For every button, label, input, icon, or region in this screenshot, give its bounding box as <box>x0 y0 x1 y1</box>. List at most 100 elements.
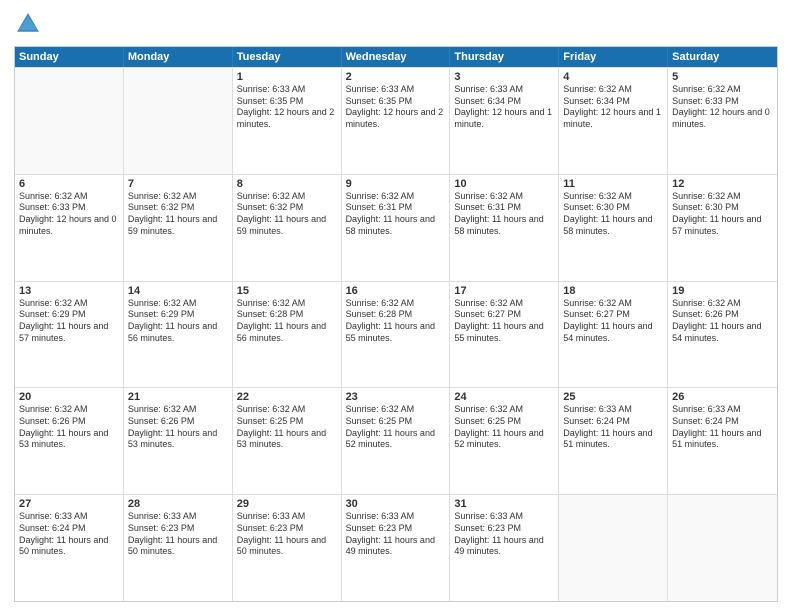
calendar-cell: 28Sunrise: 6:33 AMSunset: 6:23 PMDayligh… <box>124 495 233 601</box>
cell-info: Sunrise: 6:32 AMSunset: 6:27 PMDaylight:… <box>454 298 554 345</box>
calendar-row: 27Sunrise: 6:33 AMSunset: 6:24 PMDayligh… <box>15 494 777 601</box>
cell-info: Sunrise: 6:33 AMSunset: 6:35 PMDaylight:… <box>237 84 337 131</box>
cell-info: Sunrise: 6:32 AMSunset: 6:29 PMDaylight:… <box>128 298 228 345</box>
day-number: 17 <box>454 285 554 297</box>
calendar-row: 1Sunrise: 6:33 AMSunset: 6:35 PMDaylight… <box>15 67 777 174</box>
cell-info: Sunrise: 6:32 AMSunset: 6:33 PMDaylight:… <box>672 84 773 131</box>
day-number: 21 <box>128 391 228 403</box>
day-number: 13 <box>19 285 119 297</box>
logo-icon <box>14 10 42 38</box>
cell-info: Sunrise: 6:32 AMSunset: 6:28 PMDaylight:… <box>346 298 446 345</box>
day-number: 25 <box>563 391 663 403</box>
cell-info: Sunrise: 6:32 AMSunset: 6:31 PMDaylight:… <box>346 191 446 238</box>
calendar-cell: 7Sunrise: 6:32 AMSunset: 6:32 PMDaylight… <box>124 175 233 281</box>
calendar-cell: 8Sunrise: 6:32 AMSunset: 6:32 PMDaylight… <box>233 175 342 281</box>
cell-info: Sunrise: 6:32 AMSunset: 6:25 PMDaylight:… <box>454 404 554 451</box>
calendar-cell: 29Sunrise: 6:33 AMSunset: 6:23 PMDayligh… <box>233 495 342 601</box>
calendar-cell: 4Sunrise: 6:32 AMSunset: 6:34 PMDaylight… <box>559 68 668 174</box>
calendar-header-day: Friday <box>559 47 668 67</box>
page: SundayMondayTuesdayWednesdayThursdayFrid… <box>0 0 792 612</box>
cell-info: Sunrise: 6:33 AMSunset: 6:24 PMDaylight:… <box>563 404 663 451</box>
calendar-cell: 22Sunrise: 6:32 AMSunset: 6:25 PMDayligh… <box>233 388 342 494</box>
cell-info: Sunrise: 6:32 AMSunset: 6:25 PMDaylight:… <box>346 404 446 451</box>
calendar-cell: 12Sunrise: 6:32 AMSunset: 6:30 PMDayligh… <box>668 175 777 281</box>
day-number: 12 <box>672 178 773 190</box>
cell-info: Sunrise: 6:32 AMSunset: 6:33 PMDaylight:… <box>19 191 119 238</box>
calendar-cell: 19Sunrise: 6:32 AMSunset: 6:26 PMDayligh… <box>668 282 777 388</box>
cell-info: Sunrise: 6:33 AMSunset: 6:24 PMDaylight:… <box>672 404 773 451</box>
calendar-cell <box>15 68 124 174</box>
cell-info: Sunrise: 6:33 AMSunset: 6:23 PMDaylight:… <box>128 511 228 558</box>
calendar-cell: 25Sunrise: 6:33 AMSunset: 6:24 PMDayligh… <box>559 388 668 494</box>
calendar-header-day: Thursday <box>450 47 559 67</box>
calendar-cell: 17Sunrise: 6:32 AMSunset: 6:27 PMDayligh… <box>450 282 559 388</box>
day-number: 8 <box>237 178 337 190</box>
cell-info: Sunrise: 6:32 AMSunset: 6:30 PMDaylight:… <box>672 191 773 238</box>
day-number: 16 <box>346 285 446 297</box>
day-number: 6 <box>19 178 119 190</box>
calendar-cell <box>668 495 777 601</box>
calendar-row: 13Sunrise: 6:32 AMSunset: 6:29 PMDayligh… <box>15 281 777 388</box>
day-number: 27 <box>19 498 119 510</box>
header <box>14 10 778 38</box>
day-number: 23 <box>346 391 446 403</box>
calendar-cell: 31Sunrise: 6:33 AMSunset: 6:23 PMDayligh… <box>450 495 559 601</box>
calendar-cell: 26Sunrise: 6:33 AMSunset: 6:24 PMDayligh… <box>668 388 777 494</box>
day-number: 11 <box>563 178 663 190</box>
day-number: 15 <box>237 285 337 297</box>
cell-info: Sunrise: 6:32 AMSunset: 6:34 PMDaylight:… <box>563 84 663 131</box>
calendar: SundayMondayTuesdayWednesdayThursdayFrid… <box>14 46 778 602</box>
day-number: 24 <box>454 391 554 403</box>
cell-info: Sunrise: 6:32 AMSunset: 6:32 PMDaylight:… <box>128 191 228 238</box>
day-number: 3 <box>454 71 554 83</box>
cell-info: Sunrise: 6:32 AMSunset: 6:27 PMDaylight:… <box>563 298 663 345</box>
cell-info: Sunrise: 6:32 AMSunset: 6:32 PMDaylight:… <box>237 191 337 238</box>
calendar-cell: 6Sunrise: 6:32 AMSunset: 6:33 PMDaylight… <box>15 175 124 281</box>
calendar-cell <box>124 68 233 174</box>
day-number: 22 <box>237 391 337 403</box>
day-number: 20 <box>19 391 119 403</box>
day-number: 14 <box>128 285 228 297</box>
calendar-header-day: Sunday <box>15 47 124 67</box>
day-number: 4 <box>563 71 663 83</box>
calendar-cell: 27Sunrise: 6:33 AMSunset: 6:24 PMDayligh… <box>15 495 124 601</box>
day-number: 30 <box>346 498 446 510</box>
cell-info: Sunrise: 6:33 AMSunset: 6:23 PMDaylight:… <box>346 511 446 558</box>
calendar-header: SundayMondayTuesdayWednesdayThursdayFrid… <box>15 47 777 67</box>
cell-info: Sunrise: 6:32 AMSunset: 6:26 PMDaylight:… <box>19 404 119 451</box>
calendar-cell: 1Sunrise: 6:33 AMSunset: 6:35 PMDaylight… <box>233 68 342 174</box>
calendar-cell: 24Sunrise: 6:32 AMSunset: 6:25 PMDayligh… <box>450 388 559 494</box>
calendar-cell <box>559 495 668 601</box>
calendar-row: 6Sunrise: 6:32 AMSunset: 6:33 PMDaylight… <box>15 174 777 281</box>
day-number: 10 <box>454 178 554 190</box>
day-number: 29 <box>237 498 337 510</box>
cell-info: Sunrise: 6:32 AMSunset: 6:29 PMDaylight:… <box>19 298 119 345</box>
calendar-cell: 21Sunrise: 6:32 AMSunset: 6:26 PMDayligh… <box>124 388 233 494</box>
calendar-cell: 5Sunrise: 6:32 AMSunset: 6:33 PMDaylight… <box>668 68 777 174</box>
day-number: 31 <box>454 498 554 510</box>
calendar-cell: 3Sunrise: 6:33 AMSunset: 6:34 PMDaylight… <box>450 68 559 174</box>
cell-info: Sunrise: 6:33 AMSunset: 6:24 PMDaylight:… <box>19 511 119 558</box>
calendar-cell: 18Sunrise: 6:32 AMSunset: 6:27 PMDayligh… <box>559 282 668 388</box>
calendar-header-day: Wednesday <box>342 47 451 67</box>
cell-info: Sunrise: 6:32 AMSunset: 6:26 PMDaylight:… <box>128 404 228 451</box>
calendar-cell: 13Sunrise: 6:32 AMSunset: 6:29 PMDayligh… <box>15 282 124 388</box>
day-number: 7 <box>128 178 228 190</box>
cell-info: Sunrise: 6:33 AMSunset: 6:35 PMDaylight:… <box>346 84 446 131</box>
calendar-header-day: Saturday <box>668 47 777 67</box>
calendar-cell: 16Sunrise: 6:32 AMSunset: 6:28 PMDayligh… <box>342 282 451 388</box>
day-number: 28 <box>128 498 228 510</box>
calendar-cell: 10Sunrise: 6:32 AMSunset: 6:31 PMDayligh… <box>450 175 559 281</box>
day-number: 9 <box>346 178 446 190</box>
day-number: 5 <box>672 71 773 83</box>
logo <box>14 10 46 38</box>
calendar-row: 20Sunrise: 6:32 AMSunset: 6:26 PMDayligh… <box>15 387 777 494</box>
calendar-body: 1Sunrise: 6:33 AMSunset: 6:35 PMDaylight… <box>15 67 777 601</box>
cell-info: Sunrise: 6:32 AMSunset: 6:26 PMDaylight:… <box>672 298 773 345</box>
calendar-cell: 20Sunrise: 6:32 AMSunset: 6:26 PMDayligh… <box>15 388 124 494</box>
day-number: 1 <box>237 71 337 83</box>
cell-info: Sunrise: 6:32 AMSunset: 6:30 PMDaylight:… <box>563 191 663 238</box>
cell-info: Sunrise: 6:33 AMSunset: 6:23 PMDaylight:… <box>237 511 337 558</box>
calendar-cell: 15Sunrise: 6:32 AMSunset: 6:28 PMDayligh… <box>233 282 342 388</box>
day-number: 26 <box>672 391 773 403</box>
